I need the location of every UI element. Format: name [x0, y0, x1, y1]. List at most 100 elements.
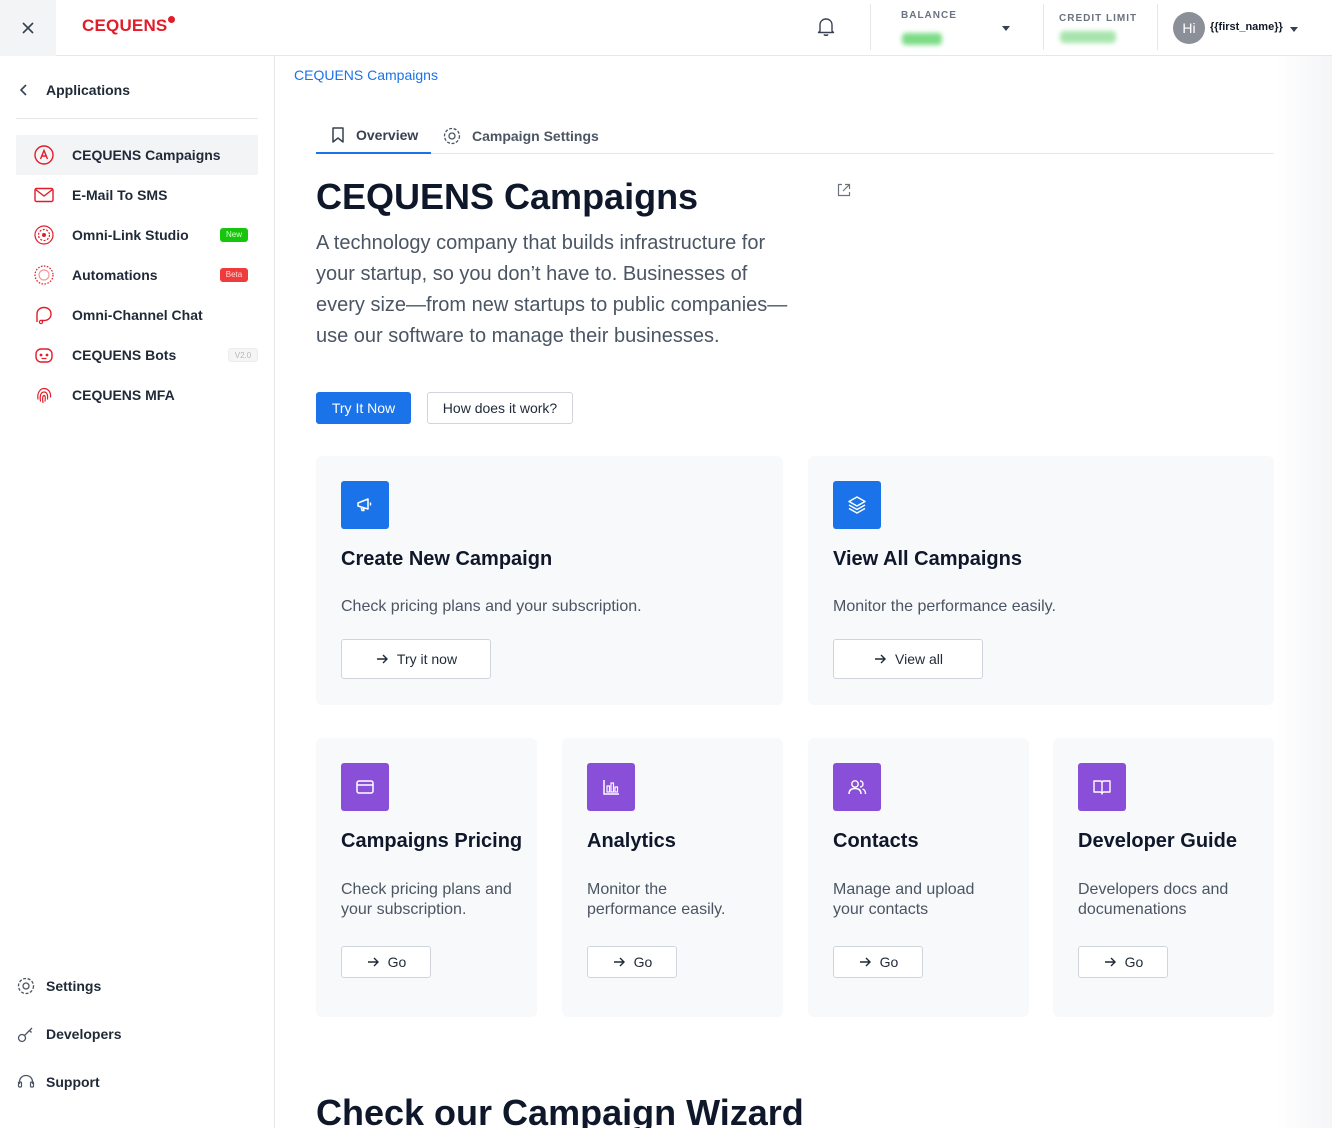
sidebar-item-label: CEQUENS Bots — [72, 347, 177, 363]
tab-label: Campaign Settings — [472, 128, 599, 144]
arrow-right-icon — [859, 957, 871, 967]
card-description: Monitor the performance easily. — [833, 598, 1056, 615]
sidebar: Applications CEQUENS Campaigns E-Mail To… — [0, 56, 275, 1128]
new-badge: New — [220, 228, 248, 242]
header-divider — [1157, 4, 1158, 50]
credit-limit-label: CREDIT LIMIT — [1059, 13, 1138, 24]
card-description: Check pricing plans and your subscriptio… — [341, 598, 642, 615]
balance-dropdown-caret[interactable] — [1002, 26, 1010, 31]
tab-label: Overview — [356, 127, 419, 143]
beta-badge: Beta — [220, 268, 248, 282]
bell-icon — [817, 18, 835, 36]
book-open-icon — [1078, 763, 1126, 811]
card-title: Analytics — [587, 830, 676, 852]
chevron-left-icon — [19, 84, 27, 96]
headset-icon — [17, 1074, 35, 1088]
sidebar-item-automations[interactable]: Automations Beta — [16, 255, 258, 295]
back-to-applications[interactable]: Applications — [16, 82, 130, 98]
card-title: View All Campaigns — [833, 548, 1022, 570]
bar-chart-icon — [587, 763, 635, 811]
brand-logo[interactable]: CEQUENS — [82, 16, 167, 36]
card-title: Create New Campaign — [341, 548, 553, 570]
sidebar-item-label: Omni-Channel Chat — [72, 307, 203, 323]
key-icon — [17, 1027, 33, 1043]
page-description: A technology company that builds infrast… — [316, 232, 788, 347]
sidebar-item-cequens-mfa[interactable]: CEQUENS MFA — [16, 375, 258, 415]
balance-value — [902, 33, 942, 45]
breadcrumb[interactable]: CEQUENS Campaigns — [294, 67, 438, 83]
sidebar-divider — [16, 118, 258, 119]
footer-item-label: Settings — [46, 978, 102, 994]
sidebar-item-campaigns[interactable]: CEQUENS Campaigns — [16, 135, 258, 175]
logo-dot — [168, 16, 175, 23]
card-create-new-campaign: Create New Campaign Check pricing plans … — [316, 456, 783, 705]
bookmark-icon — [332, 127, 344, 143]
version-badge: V2.0 — [228, 348, 258, 362]
gear-icon — [17, 977, 35, 995]
chat-icon — [32, 303, 56, 327]
card-analytics: Analytics Monitor the performance easily… — [562, 738, 783, 1017]
tab-campaign-settings[interactable]: Campaign Settings — [442, 118, 612, 154]
external-link-icon[interactable] — [836, 182, 852, 198]
sidebar-item-label: E-Mail To SMS — [72, 187, 168, 203]
user-menu-caret[interactable] — [1290, 27, 1298, 32]
back-label: Applications — [46, 82, 131, 98]
sidebar-item-omni-link-studio[interactable]: Omni-Link Studio New — [16, 215, 258, 255]
balance-label: BALANCE — [901, 10, 957, 21]
megaphone-icon — [341, 481, 389, 529]
sidebar-item-omni-channel-chat[interactable]: Omni-Channel Chat — [16, 295, 258, 335]
arrow-right-icon — [875, 654, 886, 664]
header-divider — [870, 4, 871, 50]
card-description: Monitor the performance easily. — [587, 881, 726, 918]
page-title: CEQUENS Campaigns — [316, 176, 699, 217]
card-title: Campaigns Pricing — [341, 830, 523, 852]
credit-card-icon — [341, 763, 389, 811]
header-divider — [1043, 4, 1044, 50]
right-gutter — [1276, 56, 1332, 1128]
developer-guide-go-button[interactable]: Go — [1078, 946, 1168, 978]
sidebar-footer-settings[interactable]: Settings — [16, 976, 101, 996]
sidebar-footer-developers[interactable]: Developers — [16, 1024, 121, 1044]
card-campaigns-pricing: Campaigns Pricing Check pricing plans an… — [316, 738, 537, 1017]
top-bar: CEQUENS BALANCE CREDIT LIMIT Hi {{first_… — [0, 0, 1332, 56]
campaigns-icon — [32, 143, 56, 167]
arrow-right-icon — [367, 957, 379, 967]
avatar[interactable]: Hi — [1173, 12, 1205, 44]
pricing-go-button[interactable]: Go — [341, 946, 431, 978]
card-description: Check pricing plans and your subscriptio… — [341, 881, 512, 918]
button-label: Go — [879, 954, 899, 970]
try-it-now-button[interactable]: Try It Now — [316, 392, 411, 424]
layers-icon — [833, 481, 881, 529]
wizard-section-title: Check our Campaign Wizard — [316, 1092, 804, 1128]
card-contacts: Contacts Manage and upload your contacts… — [808, 738, 1029, 1017]
card-title: Developer Guide — [1078, 830, 1237, 852]
button-label: Try it now — [396, 651, 458, 667]
how-does-it-work-button[interactable]: How does it work? — [427, 392, 573, 424]
sidebar-footer-support[interactable]: Support — [16, 1072, 100, 1092]
fingerprint-icon — [32, 383, 56, 407]
notifications-button[interactable] — [814, 14, 838, 38]
gear-icon — [443, 127, 461, 145]
credit-limit-value — [1060, 31, 1116, 43]
sidebar-item-email-to-sms[interactable]: E-Mail To SMS — [16, 175, 258, 215]
user-name[interactable]: {{first_name}} — [1210, 21, 1283, 33]
footer-item-label: Developers — [46, 1026, 122, 1042]
contacts-go-button[interactable]: Go — [833, 946, 923, 978]
users-icon — [833, 763, 881, 811]
tab-bar: Overview Campaign Settings — [316, 118, 1274, 154]
card-developer-guide: Developer Guide Developers docs and docu… — [1053, 738, 1274, 1017]
try-it-now-card-button[interactable]: Try it now — [341, 639, 491, 679]
analytics-go-button[interactable]: Go — [587, 946, 677, 978]
mail-icon — [32, 183, 56, 207]
tab-overview[interactable]: Overview — [316, 118, 431, 154]
sidebar-item-cequens-bots[interactable]: CEQUENS Bots V2.0 — [16, 335, 258, 375]
omni-link-icon — [32, 223, 56, 247]
button-label: Go — [387, 954, 407, 970]
arrow-right-icon — [1104, 957, 1116, 967]
button-label: Go — [633, 954, 653, 970]
card-description: Developers docs and documenations — [1078, 881, 1229, 918]
view-all-button[interactable]: View all — [833, 639, 983, 679]
sidebar-item-label: CEQUENS Campaigns — [72, 147, 221, 163]
close-button[interactable] — [0, 0, 56, 56]
arrow-right-icon — [376, 654, 388, 664]
